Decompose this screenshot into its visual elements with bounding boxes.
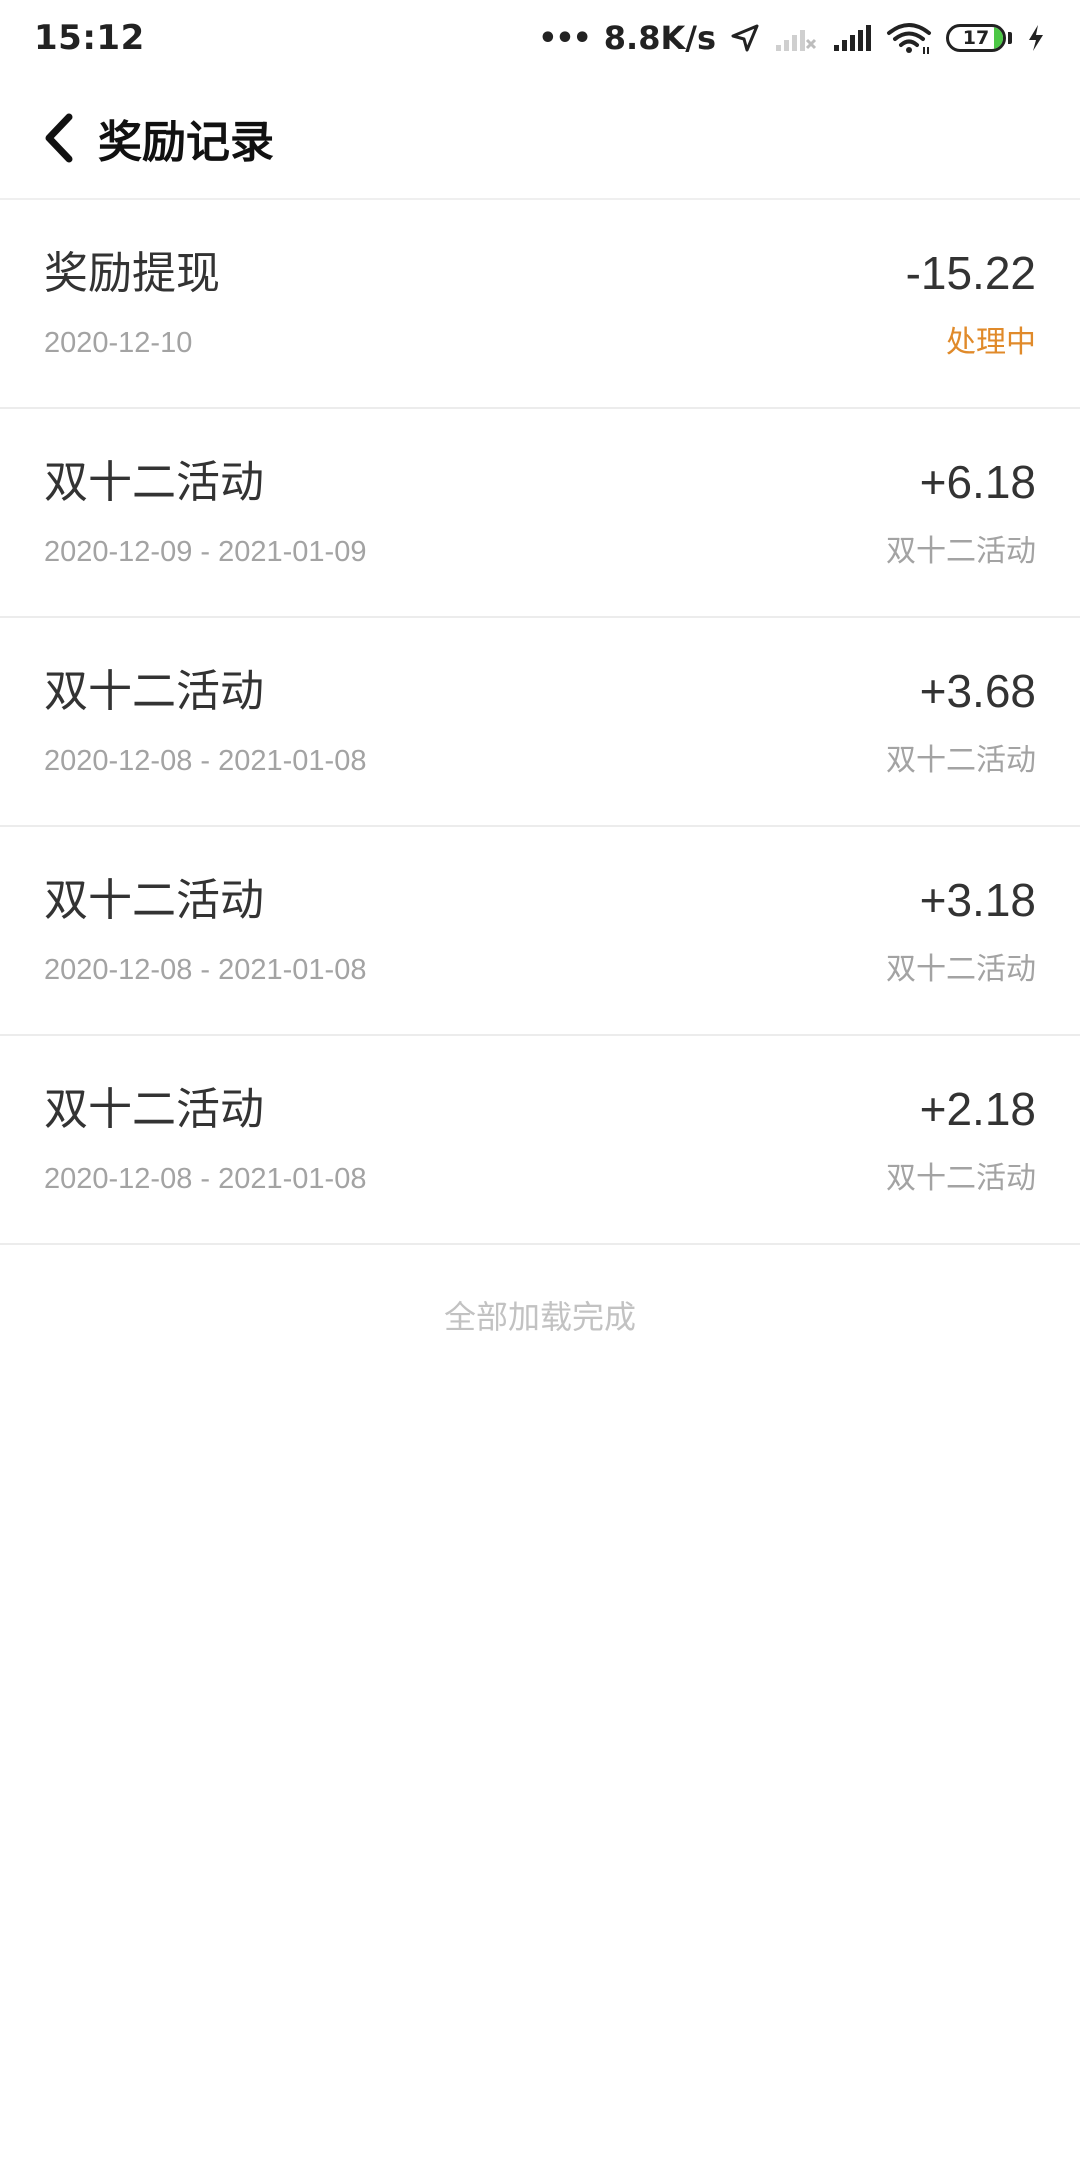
record-title: 双十二活动 [44,666,264,717]
record-date: 2020-12-08 - 2021-01-08 [44,954,367,986]
no-signal-icon [774,23,818,53]
more-notifications-icon: ••• [538,21,592,56]
record-item[interactable]: 双十二活动 +3.18 2020-12-08 - 2021-01-08 双十二活… [0,827,1080,1036]
page-title: 奖励记录 [98,117,274,168]
record-title: 奖励提现 [44,248,220,299]
record-amount: +3.18 [919,874,1036,926]
record-date: 2020-12-09 - 2021-01-09 [44,536,367,568]
record-item[interactable]: 奖励提现 -15.22 2020-12-10 处理中 [0,200,1080,409]
status-time: 15:12 [34,18,145,58]
record-title: 双十二活动 [44,457,264,508]
record-status: 处理中 [946,325,1036,360]
status-bar: 15:12 ••• 8.8K/s 17 [0,0,1080,76]
battery-level: 17 [962,26,990,49]
record-item[interactable]: 双十二活动 +6.18 2020-12-09 - 2021-01-09 双十二活… [0,409,1080,618]
location-arrow-icon [730,23,760,53]
record-date: 2020-12-08 - 2021-01-08 [44,1163,367,1195]
record-date: 2020-12-10 [44,327,193,359]
reward-record-list: 奖励提现 -15.22 2020-12-10 处理中 双十二活动 +6.18 2… [0,200,1080,1245]
record-amount: +6.18 [919,456,1036,508]
page-header: 奖励记录 [0,78,1080,200]
record-status: 双十二活动 [886,952,1036,987]
network-speed: 8.8K/s [603,19,716,57]
record-amount: +2.18 [919,1083,1036,1135]
record-amount: -15.22 [905,247,1036,299]
record-status: 双十二活动 [886,1161,1036,1196]
record-status: 双十二活动 [886,534,1036,569]
record-item[interactable]: 双十二活动 +2.18 2020-12-08 - 2021-01-08 双十二活… [0,1036,1080,1245]
record-title: 双十二活动 [44,1084,264,1135]
charging-icon [1026,23,1046,53]
wifi-icon [886,21,932,55]
record-item[interactable]: 双十二活动 +3.68 2020-12-08 - 2021-01-08 双十二活… [0,618,1080,827]
record-title: 双十二活动 [44,875,264,926]
battery-icon: 17 [946,24,1012,52]
back-button[interactable] [28,98,88,178]
record-status: 双十二活动 [886,743,1036,778]
status-icons: ••• 8.8K/s 17 [538,0,1046,76]
chevron-left-icon [45,113,73,163]
signal-icon [832,23,872,53]
record-amount: +3.68 [919,665,1036,717]
record-date: 2020-12-08 - 2021-01-08 [44,745,367,777]
load-complete-text: 全部加载完成 [443,1298,636,1336]
